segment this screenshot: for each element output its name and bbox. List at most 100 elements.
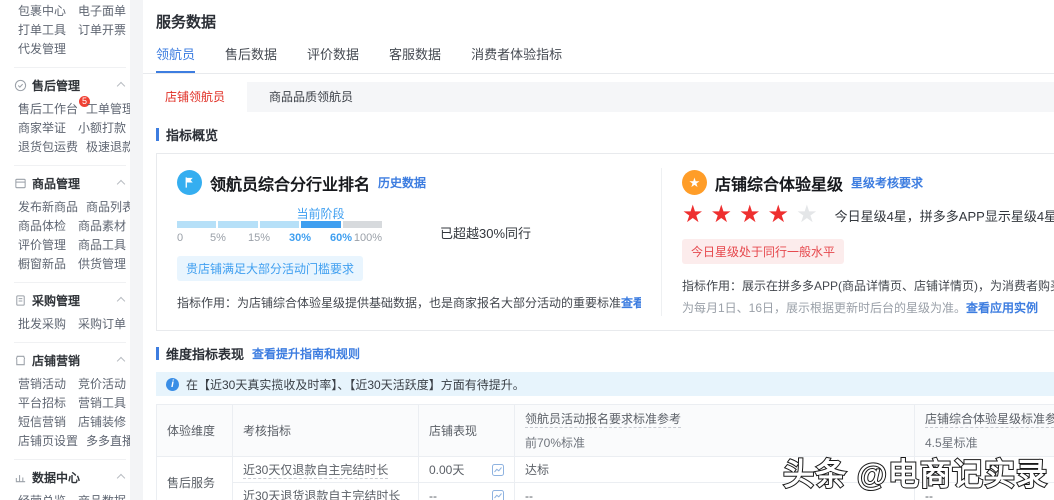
sidebar-item-goods-tools[interactable]: 商品工具: [78, 236, 126, 255]
sidebar-item-business-overview[interactable]: 经营总览: [18, 492, 66, 500]
subtab-shop-pilot[interactable]: 店铺领航员: [143, 82, 248, 112]
tab-aftersale-data[interactable]: 售后数据: [225, 44, 277, 73]
sidebar-item-review-mgmt[interactable]: 评价管理: [18, 236, 66, 255]
sidebar-group-title: 采购管理: [32, 294, 81, 308]
sidebar-item-showcase-new[interactable]: 橱窗新品: [18, 255, 66, 274]
main-content: 服务数据 领航员 售后数据 评价数据 客服数据 消费者体验指标 店铺领航员 商品…: [143, 0, 1054, 500]
sidebar-item-marketing-activity[interactable]: 营销活动: [18, 375, 66, 394]
sidebar-group-purchase[interactable]: 采购管理: [14, 282, 126, 309]
sidebar-item-shop-decorate[interactable]: 店铺装修: [78, 413, 126, 432]
star-panel-title: 店铺综合体验星级: [715, 176, 844, 194]
shield-check-icon: [14, 79, 27, 92]
improvement-guide-link[interactable]: 查看提升指南和规则: [252, 345, 360, 362]
tick-label: 0: [177, 232, 184, 244]
sidebar-item-print-tool[interactable]: 打单工具: [18, 21, 66, 40]
star-indicator-desc: 指标作用：展示在拼多多APP(商品详情页、店铺详情页)，为消费者购买决策提供参考…: [682, 279, 1054, 293]
star-indicator-desc-line2: 为每月1日、16日，展示根据更新时后台的星级为准。查看应用实例: [682, 301, 1039, 315]
section-accent-bar: [156, 347, 159, 360]
sidebar-item-supply-mgmt[interactable]: 供货管理: [78, 255, 126, 274]
section-dimension-header: 维度指标表现 查看提升指南和规则: [156, 344, 1054, 363]
sidebar-item-package-center[interactable]: 包裹中心: [18, 2, 66, 21]
performance-cell: --: [418, 482, 515, 500]
tab-service-data[interactable]: 客服数据: [389, 44, 441, 73]
star-requirement-link[interactable]: 星级考核要求: [851, 174, 923, 191]
activity-threshold-tag: 贵店铺满足大部分活动门槛要求: [177, 256, 364, 281]
sidebar-item-marketing-tools[interactable]: 营销工具: [78, 394, 126, 413]
col-header-dimension: 体验维度: [156, 404, 233, 457]
tab-consumer-experience[interactable]: 消费者体验指标: [471, 44, 562, 73]
performance-cell: 0.00天: [418, 456, 515, 483]
sidebar-group-goods[interactable]: 商品管理: [14, 165, 126, 192]
subtab-goods-quality-pilot[interactable]: 商品品质领航员: [247, 82, 375, 112]
sidebar-item-publish-goods[interactable]: 发布新商品: [18, 198, 78, 217]
sidebar-group-aftersale[interactable]: 售后管理: [14, 67, 126, 94]
improvement-notice: i 在【近30天真实揽收及时率】、【近30天活跃度】方面有待提升。: [156, 372, 1054, 396]
indicator-cell: 近30天退货退款自主完结时长: [232, 482, 419, 500]
chevron-up-icon[interactable]: [116, 179, 126, 188]
sidebar-item-goods-data[interactable]: 商品数据: [78, 492, 126, 500]
chevron-up-icon[interactable]: [116, 356, 126, 365]
indicator-cell: 近30天仅退款自主完结时长: [232, 456, 419, 483]
star-icon-filled: ★: [682, 201, 704, 228]
view-example-link[interactable]: 查看应用实例: [966, 301, 1038, 315]
sidebar-item-goods-check[interactable]: 商品体检: [18, 217, 66, 236]
sidebar-item-aftersale-workbench[interactable]: 售后工作台 5: [18, 96, 91, 119]
tab-bar: 领航员 售后数据 评价数据 客服数据 消费者体验指标: [143, 32, 1054, 74]
trend-chart-icon[interactable]: [492, 463, 504, 476]
sidebar-item-goods-material[interactable]: 商品素材: [78, 217, 126, 236]
sidebar-item-ticket-mgmt[interactable]: 工单管理: [86, 100, 130, 119]
sidebar-item-merchant-proof[interactable]: 商家举证: [18, 119, 66, 138]
star-icon-filled: ★: [767, 201, 790, 228]
history-data-link[interactable]: 历史数据: [378, 174, 426, 191]
star-icon-filled: ★: [710, 201, 733, 228]
sidebar-item-goods-list[interactable]: 商品列表41: [86, 198, 130, 217]
sidebar-item-order-invoice[interactable]: 订单开票: [78, 21, 126, 40]
sidebar-item-dropship[interactable]: 代发管理: [18, 40, 74, 59]
notice-text: 在【近30天真实揽收及时率】、【近30天活跃度】方面有待提升。: [186, 377, 525, 392]
view-example-link[interactable]: 查看应用实例: [621, 296, 641, 310]
bar-chart-icon: [14, 471, 27, 484]
tab-pilot[interactable]: 领航员: [156, 44, 196, 73]
beyond-peers-text: 已超越30%同行: [440, 226, 532, 241]
sidebar-item-sms-marketing[interactable]: 短信营销: [18, 413, 66, 432]
toutiao-watermark: 头条 @电商记实录: [782, 456, 1048, 493]
sidebar-item-small-payment[interactable]: 小额打款: [78, 119, 126, 138]
progress-segment-rest: [342, 221, 383, 228]
col-header-indicator: 考核指标: [232, 404, 419, 457]
sidebar-group-marketing[interactable]: 店铺营销: [14, 342, 126, 369]
tab-review-data[interactable]: 评价数据: [307, 44, 359, 73]
sidebar-group-data-center[interactable]: 数据中心: [14, 459, 126, 486]
today-star-text: 今日星级4星，拼多多APP显示星级4星: [834, 208, 1054, 224]
sidebar-item-purchase-order[interactable]: 采购订单: [78, 315, 126, 334]
flag-icon: [177, 170, 202, 195]
sidebar-item-wholesale[interactable]: 批发采购: [18, 315, 66, 334]
shop-icon: [14, 354, 27, 367]
star-rating-row: ★ ★ ★ ★ ★ 今日星级4星，拼多多APP显示星级4星: [682, 203, 1054, 227]
dimension-cell: 售后服务: [156, 456, 233, 500]
chevron-up-icon[interactable]: [116, 296, 126, 305]
rank-indicator-desc: 指标作用：为店铺综合体验星级提供基础数据，也是商家报名大部分活动的重要标准查看应…: [177, 294, 641, 311]
page-title: 服务数据: [156, 14, 217, 31]
sidebar-item-shop-page-setting[interactable]: 店铺页设置: [18, 432, 78, 451]
chevron-up-icon[interactable]: [116, 81, 126, 90]
sidebar-item-duoduo-live[interactable]: 多多直播: [86, 432, 130, 451]
sidebar-item-platform-bid[interactable]: 平台招标: [18, 394, 66, 413]
sidebar-item-fast-refund[interactable]: 极速退款: [86, 138, 130, 157]
sidebar-item-bidding-activity[interactable]: 竞价活动: [78, 375, 126, 394]
sidebar-group-title: 售后管理: [32, 79, 81, 93]
section-accent-bar: [156, 128, 159, 141]
sidebar-group-title: 数据中心: [32, 471, 81, 485]
sidebar-item-return-freight[interactable]: 退货包运费: [18, 138, 78, 157]
chevron-up-icon[interactable]: [116, 473, 126, 482]
trend-chart-icon[interactable]: [492, 489, 504, 500]
progress-segment: [218, 221, 258, 228]
rank-panel-title: 领航员综合分行业排名: [210, 176, 371, 194]
subtab-bar: 店铺领航员 商品品质领航员: [143, 82, 1054, 112]
current-stage-label: 当前阶段: [296, 207, 345, 221]
sidebar: 包裹中心 电子面单 打单工具 订单开票 代发管理 售后管理 售后工作台 5 工单管…: [0, 0, 130, 500]
sidebar-item-e-waybill[interactable]: 电子面单: [78, 2, 126, 21]
star-icon-empty: ★: [796, 201, 818, 228]
star-level-tag: 今日星级处于同行一般水平: [682, 239, 845, 264]
star-icon-filled: ★: [739, 201, 761, 228]
rank-progress-bar: [177, 221, 383, 228]
